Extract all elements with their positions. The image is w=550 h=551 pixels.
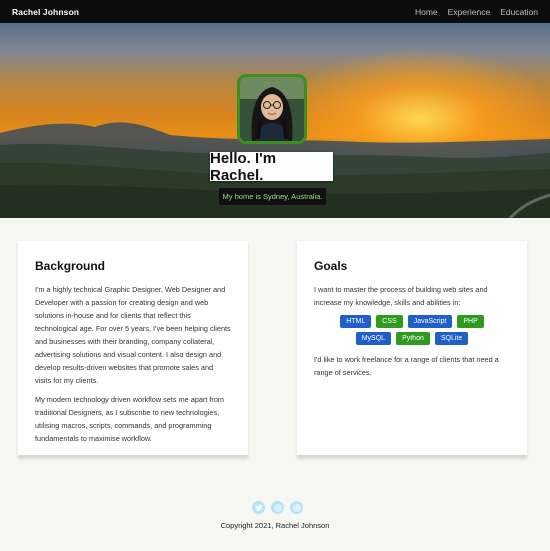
skill-tag-css[interactable]: CSS: [376, 315, 403, 328]
skill-tag-javascript[interactable]: JavaScript: [407, 315, 453, 328]
skill-tag-html[interactable]: HTML: [340, 315, 372, 328]
goals-card: Goals I want to master the process of bu…: [297, 241, 527, 457]
skill-tags: HTML CSS JavaScript PHP MySQL Python SQL…: [314, 315, 510, 345]
skill-tag-python[interactable]: Python: [396, 332, 430, 345]
nav-link-education[interactable]: Education: [500, 7, 538, 17]
background-card: Background I'm a highly technical Graphi…: [18, 241, 248, 457]
background-paragraph-1: I'm a highly technical Graphic Designer,…: [35, 285, 231, 385]
profile-photo: [237, 74, 307, 144]
skill-tag-sqlite[interactable]: SQLite: [434, 332, 469, 345]
nav-link-home[interactable]: Home: [415, 7, 438, 17]
nav-links: Home Experience Education: [415, 7, 538, 17]
goals-heading: Goals: [314, 259, 348, 273]
skill-tag-mysql[interactable]: MySQL: [355, 332, 392, 345]
goals-outro: I'd like to work freelance for a range o…: [314, 355, 499, 377]
copyright-text: Copyright 2021, Rachel Johnson: [220, 521, 330, 530]
twitter-icon[interactable]: [252, 501, 265, 514]
hero-subtitle: My home is Sydney, Australia.: [219, 188, 326, 205]
skill-tag-php[interactable]: PHP: [457, 315, 484, 328]
brand-name[interactable]: Rachel Johnson: [12, 7, 79, 17]
social-links: [252, 501, 303, 514]
hero-banner: Hello. I'm Rachel. My home is Sydney, Au…: [0, 23, 550, 218]
instagram-icon[interactable]: [271, 501, 284, 514]
nav-link-experience[interactable]: Experience: [448, 7, 491, 17]
background-heading: Background: [35, 259, 106, 273]
hero-title: Hello. I'm Rachel.: [210, 150, 333, 184]
goals-intro: I want to master the process of building…: [314, 285, 488, 307]
background-paragraph-2: My modern technology driven workflow set…: [35, 395, 224, 443]
navbar: Rachel Johnson Home Experience Education: [0, 0, 550, 23]
email-icon[interactable]: [290, 501, 303, 514]
